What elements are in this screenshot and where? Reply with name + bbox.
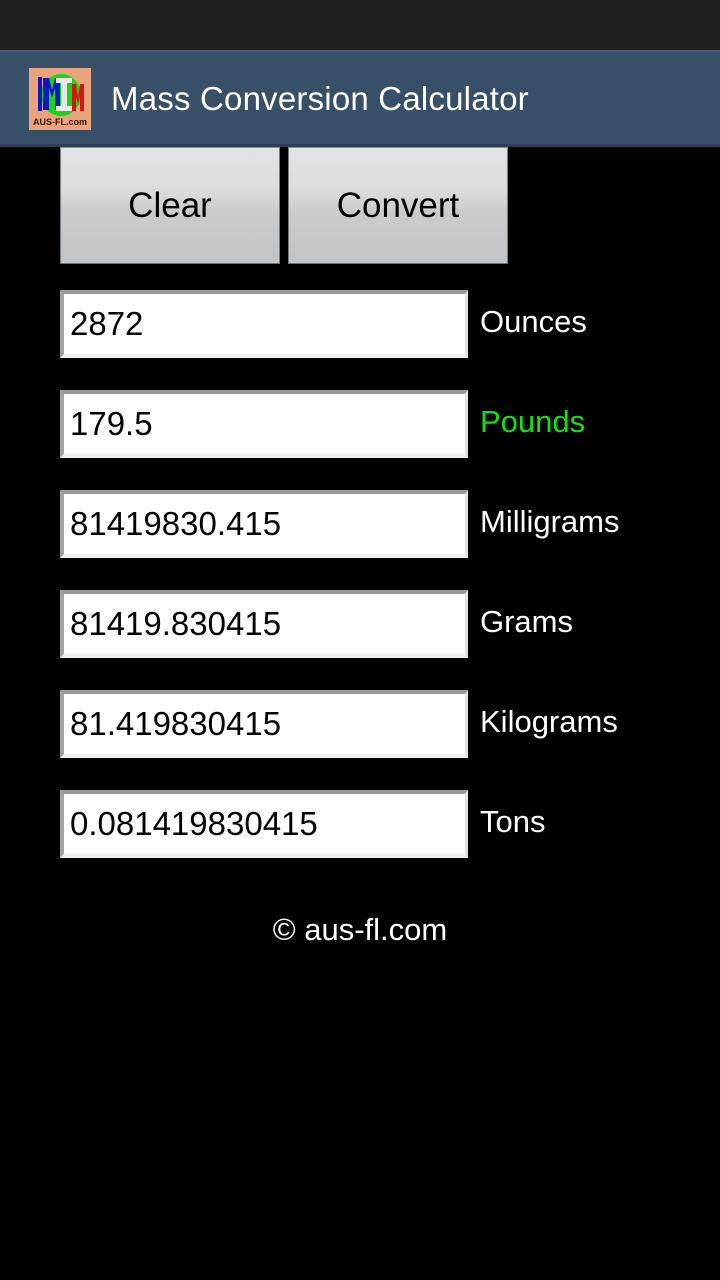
conversion-rows: Ounces Pounds Milligrams Grams Kilograms…: [0, 290, 720, 890]
svg-text:AUS-FL.com: AUS-FL.com: [33, 117, 87, 127]
pounds-input[interactable]: [60, 390, 468, 458]
copyright-footer: © aus-fl.com: [272, 912, 448, 947]
kilograms-input[interactable]: [60, 690, 468, 758]
conversion-row-kilograms: Kilograms: [0, 690, 720, 790]
conversion-row-tons: Tons: [0, 790, 720, 890]
status-bar: [0, 0, 720, 50]
conversion-row-milligrams: Milligrams: [0, 490, 720, 590]
pounds-label: Pounds: [480, 404, 586, 439]
grams-input[interactable]: [60, 590, 468, 658]
conversion-row-pounds: Pounds: [0, 390, 720, 490]
app-root: AUS-FL.com Mass Conversion Calculator Cl…: [0, 0, 720, 1280]
ounces-input[interactable]: [60, 290, 468, 358]
milligrams-label: Milligrams: [480, 504, 620, 539]
tons-input[interactable]: [60, 790, 468, 858]
conversion-row-grams: Grams: [0, 590, 720, 690]
convert-button[interactable]: Convert: [288, 147, 508, 264]
kilograms-label: Kilograms: [480, 704, 618, 739]
grams-label: Grams: [480, 604, 573, 639]
title-bar: AUS-FL.com Mass Conversion Calculator: [0, 52, 720, 146]
action-button-row: Clear Convert: [0, 147, 720, 266]
ounces-label: Ounces: [480, 304, 587, 339]
clear-button[interactable]: Clear: [60, 147, 280, 264]
tons-label: Tons: [480, 804, 546, 839]
milligrams-input[interactable]: [60, 490, 468, 558]
page-title: Mass Conversion Calculator: [111, 80, 529, 117]
conversion-row-ounces: Ounces: [0, 290, 720, 390]
aus-fl-logo-icon: AUS-FL.com: [29, 68, 91, 130]
